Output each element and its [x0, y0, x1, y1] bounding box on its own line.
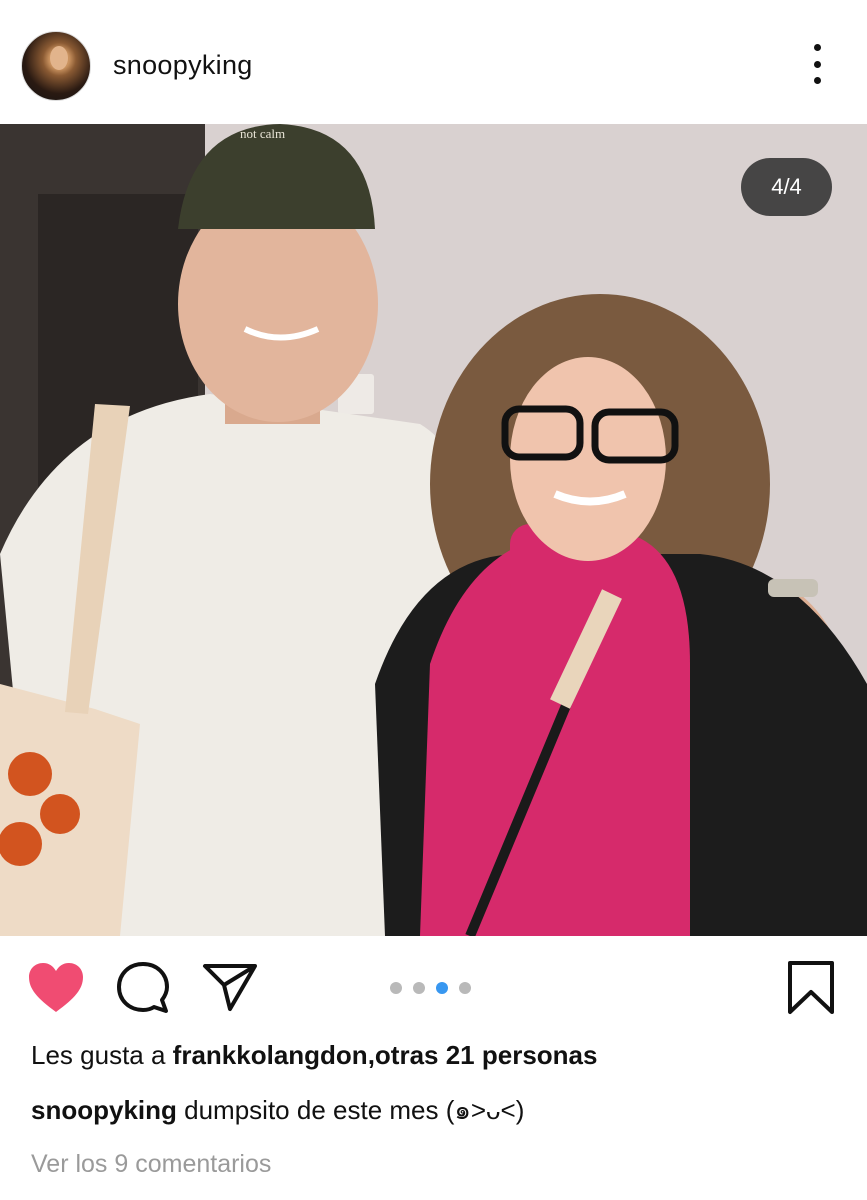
bookmark-icon[interactable]: [786, 960, 836, 1016]
comment-icon[interactable]: [115, 960, 171, 1016]
carousel-indicator: [390, 982, 471, 994]
post-username[interactable]: snoopyking: [113, 50, 253, 81]
svg-text:not calm: not calm: [240, 126, 285, 141]
image-counter-badge: 4/4: [741, 158, 832, 216]
liked-by-user[interactable]: frankkolangdon: [173, 1040, 368, 1070]
photo-illustration: not calm: [0, 124, 867, 936]
post-header: snoopyking: [0, 0, 867, 124]
send-icon[interactable]: [202, 962, 258, 1012]
likes-others[interactable]: otras 21 personas: [375, 1040, 598, 1070]
carousel-dot-active: [436, 982, 448, 994]
more-options-icon[interactable]: [806, 44, 828, 84]
carousel-dot: [459, 982, 471, 994]
caption-text: dumpsito de este mes (๑˃ᴗ˂): [184, 1095, 525, 1125]
likes-summary: Les gusta a frankkolangdon,otras 21 pers…: [31, 1040, 598, 1070]
carousel-dot: [413, 982, 425, 994]
heart-filled-icon[interactable]: [27, 962, 85, 1014]
post-photo[interactable]: not calm 4/4: [0, 124, 867, 936]
likes-prefix: Les gusta a: [31, 1040, 166, 1070]
post-caption: snoopyking dumpsito de este mes (๑˃ᴗ˂): [31, 1090, 524, 1131]
carousel-dot: [390, 982, 402, 994]
profile-avatar[interactable]: [21, 31, 91, 101]
view-comments-link[interactable]: Ver los 9 comentarios: [31, 1150, 271, 1179]
caption-username[interactable]: snoopyking: [31, 1095, 177, 1125]
